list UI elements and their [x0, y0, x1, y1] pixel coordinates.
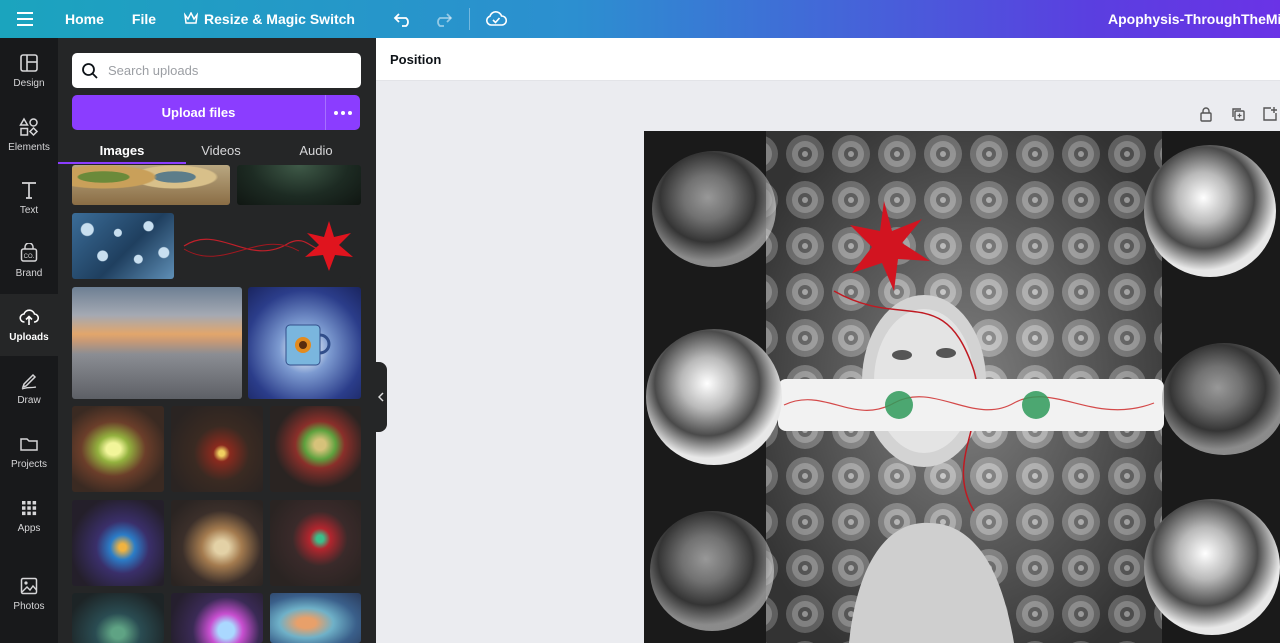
rail-item-elements[interactable]: Elements	[0, 104, 58, 166]
divider	[468, 8, 470, 30]
rail-item-uploads[interactable]: Uploads	[0, 294, 58, 356]
shapes-icon	[19, 117, 39, 137]
document-title[interactable]: Apophysis-ThroughTheMirro	[1108, 0, 1280, 38]
search-icon	[82, 62, 98, 79]
redo-icon[interactable]	[423, 0, 463, 38]
layout-icon	[20, 54, 38, 72]
side-rail: Design Elements Text CO. Brand Uploads D…	[0, 38, 58, 643]
artwork-image	[644, 131, 1280, 643]
more-dots-icon	[334, 110, 352, 115]
upload-files-button[interactable]: Upload files	[72, 95, 325, 130]
duplicate-page-icon[interactable]	[1230, 106, 1246, 122]
page-tools	[1198, 106, 1278, 122]
rail-label: Uploads	[9, 332, 49, 343]
upload-thumbnail[interactable]	[171, 406, 263, 492]
upload-thumbnail[interactable]	[179, 213, 361, 279]
upload-thumbnail[interactable]	[248, 287, 361, 399]
rail-label: Projects	[10, 459, 48, 470]
rail-label: Draw	[17, 395, 41, 406]
grid-icon	[22, 501, 37, 516]
tab-videos[interactable]: Videos	[186, 136, 256, 164]
chevron-left-icon	[378, 392, 384, 402]
rail-item-apps[interactable]: Apps	[0, 485, 58, 547]
svg-text:CO.: CO.	[24, 254, 35, 260]
rail-label: Apps	[17, 523, 41, 534]
file-menu[interactable]: File	[132, 11, 156, 27]
image-icon	[20, 577, 38, 595]
upload-thumbnail[interactable]	[270, 593, 361, 643]
upload-row: Upload files	[72, 95, 361, 130]
folder-icon	[20, 438, 38, 451]
tab-audio[interactable]: Audio	[256, 136, 376, 164]
rail-item-photos[interactable]: Photos	[0, 563, 58, 625]
position-button[interactable]: Position	[390, 38, 441, 81]
brand-icon: CO.	[20, 243, 38, 262]
rail-label: Text	[19, 205, 39, 216]
add-page-icon[interactable]	[1262, 106, 1278, 122]
resize-magic-switch-button[interactable]: Resize & Magic Switch	[183, 11, 355, 27]
pen-icon	[21, 373, 37, 390]
upload-thumbnail[interactable]	[72, 500, 164, 586]
rail-item-brand[interactable]: CO. Brand	[0, 230, 58, 292]
search-input[interactable]	[108, 63, 348, 78]
upload-thumbnail[interactable]	[171, 593, 263, 643]
upload-thumbnail[interactable]	[72, 213, 174, 279]
rail-label: Design	[13, 78, 45, 89]
design-canvas[interactable]	[644, 131, 1280, 643]
upload-thumbnail[interactable]	[72, 406, 164, 492]
lock-icon[interactable]	[1198, 106, 1214, 122]
rail-item-projects[interactable]: Projects	[0, 421, 58, 483]
rail-label: Photos	[13, 601, 45, 612]
upload-thumbnail[interactable]	[237, 165, 361, 205]
menu-icon[interactable]	[0, 0, 50, 38]
upload-thumbnail[interactable]	[270, 500, 361, 586]
uploads-panel: Upload files Images Videos Audio	[58, 38, 376, 643]
crown-icon	[183, 11, 199, 27]
media-tabs: Images Videos Audio	[58, 136, 376, 164]
rail-label: Elements	[8, 142, 50, 153]
more-options-button[interactable]	[325, 95, 360, 130]
search-box[interactable]	[72, 53, 361, 88]
collapse-panel-button[interactable]	[375, 362, 387, 432]
tab-images[interactable]: Images	[58, 136, 186, 164]
rail-item-design[interactable]: Design	[0, 40, 58, 102]
top-bar: Home File Resize & Magic Switch Apophysi…	[0, 0, 1280, 38]
upload-thumbnail[interactable]	[72, 165, 230, 205]
upload-thumbnail[interactable]	[72, 593, 164, 643]
resize-label: Resize & Magic Switch	[204, 11, 355, 27]
undo-icon[interactable]	[383, 0, 423, 38]
upload-thumbnail[interactable]	[270, 406, 361, 492]
upload-cloud-icon	[19, 309, 39, 325]
upload-thumbnail[interactable]	[171, 500, 263, 586]
rail-item-draw[interactable]: Draw	[0, 357, 58, 419]
upload-thumbnail[interactable]	[72, 287, 242, 399]
rail-label: Brand	[15, 268, 43, 279]
cloud-save-icon[interactable]	[476, 0, 516, 38]
home-link[interactable]: Home	[65, 11, 104, 27]
rail-item-text[interactable]: Text	[0, 167, 58, 229]
editor-toolbar: Position	[376, 38, 1280, 81]
text-icon	[22, 182, 36, 199]
